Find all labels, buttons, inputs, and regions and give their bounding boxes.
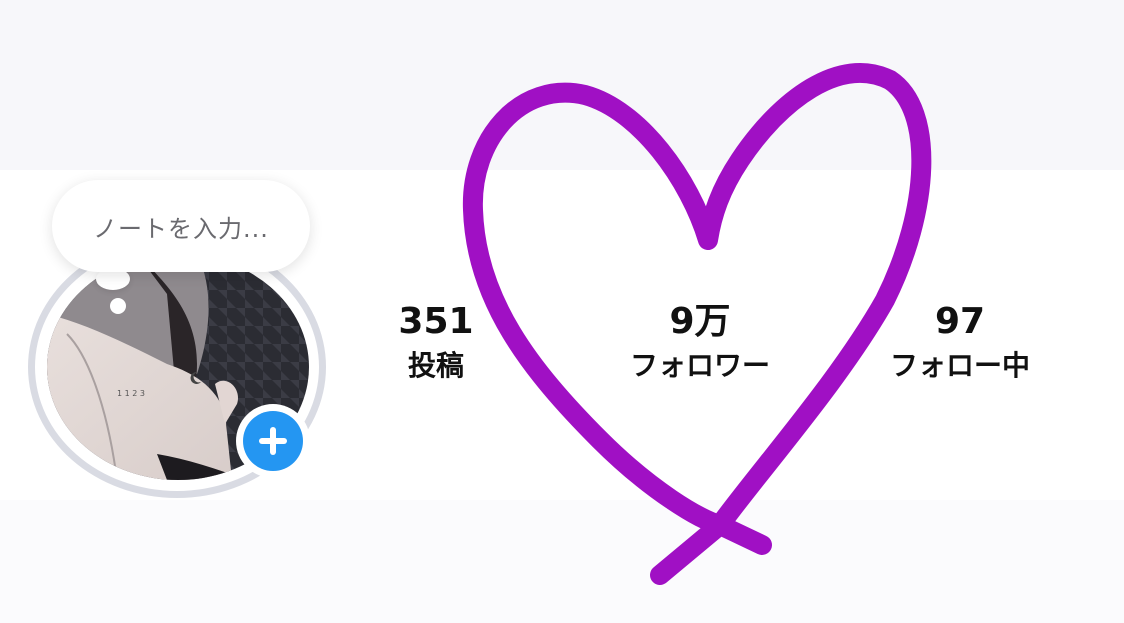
followers-count: 9万	[669, 301, 731, 342]
add-story-button[interactable]	[236, 404, 310, 478]
posts-count: 351	[398, 301, 474, 342]
note-bubble-tail-small	[110, 298, 126, 314]
following-label: フォロー中	[889, 349, 1030, 382]
bottom-background	[0, 500, 1124, 623]
note-placeholder: ノートを入力...	[93, 214, 269, 243]
top-background	[0, 0, 1124, 170]
followers-label: フォロワー	[629, 349, 770, 382]
stat-posts[interactable]: 351 投稿	[380, 302, 492, 386]
plus-icon	[243, 411, 303, 471]
posts-label: 投稿	[407, 349, 464, 382]
stat-following[interactable]: 97 フォロー中	[868, 302, 1052, 386]
note-input-bubble[interactable]: ノートを入力...	[52, 180, 310, 272]
svg-text:1 1 2 3: 1 1 2 3	[117, 389, 145, 398]
following-count: 97	[934, 301, 986, 342]
stat-followers[interactable]: 9万 フォロワー	[600, 302, 800, 386]
